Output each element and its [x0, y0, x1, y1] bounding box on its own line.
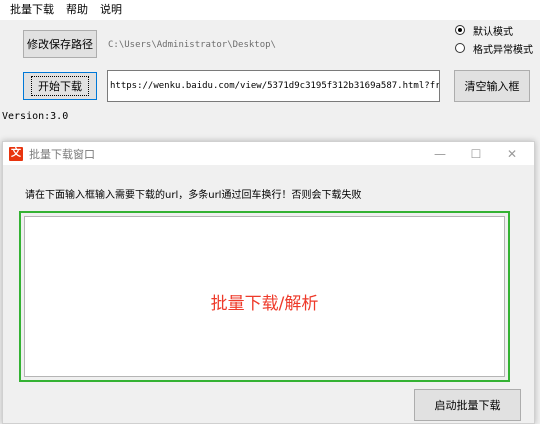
app-icon: 文 — [9, 147, 23, 161]
mode-exception-radio[interactable]: 格式异常模式 — [455, 41, 533, 56]
start-batch-download-button[interactable]: 启动批量下载 — [414, 389, 521, 421]
url-list-textarea[interactable]: 批量下载/解析 — [24, 216, 505, 377]
clear-input-button[interactable]: 清空输入框 — [454, 70, 530, 102]
batch-download-window: 文 批量下载窗口 — ☐ ✕ 请在下面输入框输入需要下载的url，多条url通过… — [2, 141, 535, 424]
menu-help[interactable]: 帮助 — [60, 0, 94, 20]
url-input[interactable]: https://wenku.baidu.com/view/5371d9c3195… — [107, 70, 440, 102]
start-download-button[interactable]: 开始下载 — [23, 72, 97, 100]
close-icon[interactable]: ✕ — [497, 144, 527, 164]
radio-checked-icon[interactable] — [455, 25, 465, 35]
radio-unchecked-icon[interactable] — [455, 43, 465, 53]
child-title-bar: 文 批量下载窗口 — ☐ ✕ — [3, 142, 534, 165]
mode-default-radio[interactable]: 默认模式 — [455, 23, 513, 38]
clear-input-label: 清空输入框 — [464, 80, 520, 93]
batch-download-parse-label: 批量下载/解析 — [210, 294, 319, 314]
menu-batch-download[interactable]: 批量下载 — [4, 0, 60, 20]
version-label: Version:3.0 — [2, 111, 69, 122]
minimize-icon[interactable]: — — [425, 144, 455, 164]
instruction-text: 请在下面输入框输入需要下载的url，多条url通过回车换行！否则会下载失败 — [25, 190, 362, 201]
modify-save-path-button[interactable]: 修改保存路径 — [23, 30, 97, 58]
mode-default-label: 默认模式 — [473, 26, 513, 38]
start-batch-download-label: 启动批量下载 — [434, 399, 501, 412]
mode-exception-label: 格式异常模式 — [473, 44, 533, 56]
modify-save-path-label: 修改保存路径 — [27, 38, 93, 51]
save-path-text: C:\Users\Administrator\Desktop\ — [108, 40, 276, 50]
menu-bar: 批量下载 帮助 说明 — [0, 0, 540, 20]
url-list-highlight: 批量下载/解析 — [19, 211, 510, 382]
menu-instructions[interactable]: 说明 — [94, 0, 128, 20]
child-window-title: 批量下载窗口 — [29, 148, 95, 161]
maximize-icon[interactable]: ☐ — [461, 144, 491, 164]
start-download-label: 开始下载 — [31, 76, 89, 96]
